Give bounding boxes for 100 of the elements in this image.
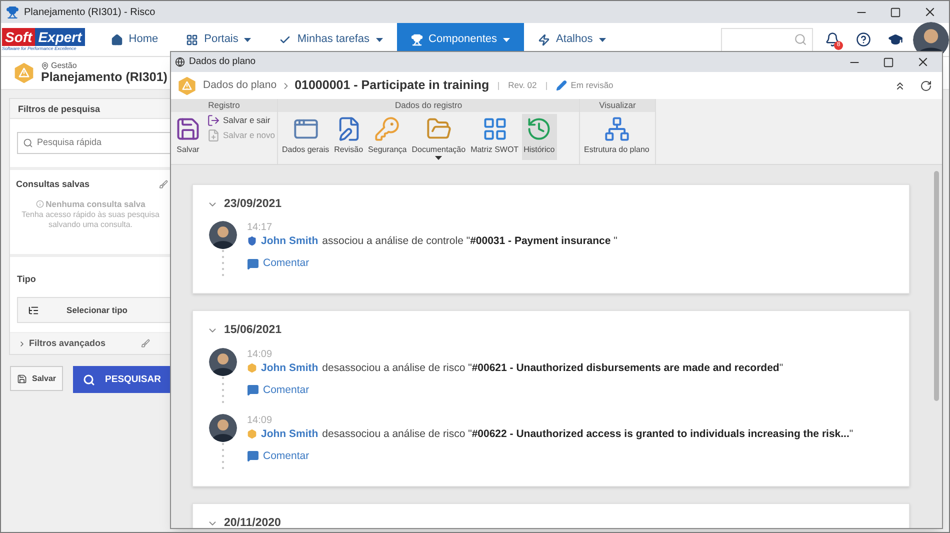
new-file-icon (207, 129, 220, 142)
avatar (209, 348, 237, 376)
grid-icon (482, 116, 508, 142)
comment-icon (247, 450, 259, 462)
grid-icon (186, 34, 198, 46)
quick-search-field[interactable]: Pesquisa rápida (17, 132, 170, 154)
ribbon-button[interactable]: Matriz SWOT (468, 114, 521, 160)
caret-icon (598, 38, 606, 42)
warning-icon (177, 76, 197, 96)
refresh-icon[interactable] (920, 80, 932, 92)
brush-icon[interactable] (141, 339, 150, 348)
ribbon-button[interactable]: Segurança (366, 114, 409, 160)
pencil-icon (556, 80, 567, 91)
section-title: Tipo (17, 274, 36, 284)
date-header[interactable]: 15/06/2021 (207, 322, 282, 340)
search-icon (794, 33, 807, 46)
empty-title: Nenhuma consulta salva (36, 198, 146, 210)
user-link[interactable]: John Smith (261, 426, 318, 440)
brush-icon[interactable] (159, 180, 168, 190)
save-icon (175, 116, 201, 142)
page-title: Planejamento (RI301) (41, 70, 168, 85)
section-title: Consultas salvas (16, 178, 90, 191)
collapse-icon[interactable] (894, 80, 906, 92)
comment-link[interactable]: Comentar (247, 448, 854, 464)
nav-tab[interactable]: Portais (172, 22, 266, 56)
search-icon (23, 138, 33, 148)
info-icon (36, 200, 44, 208)
date-header[interactable]: 23/09/2021 (207, 196, 282, 214)
ribbon-button[interactable]: Salvar (173, 114, 203, 160)
ribbon-group-title: Visualizar (580, 99, 655, 112)
hierarchy-icon (604, 116, 630, 142)
bolt-icon (538, 34, 550, 46)
warning-icon (13, 62, 35, 84)
pin-icon (41, 62, 49, 70)
ribbon-button[interactable]: Estrutura do plano (582, 114, 652, 160)
caret-icon (376, 38, 383, 42)
select-type-button[interactable]: Selecionar tipo (17, 297, 170, 324)
scrollbar[interactable] (934, 171, 939, 401)
home-icon (110, 34, 123, 46)
nav-tab[interactable]: Atalhos (524, 22, 620, 56)
hexagon-icon (247, 362, 257, 372)
trophy-icon (6, 6, 19, 18)
maximize-icon[interactable] (890, 6, 901, 18)
ribbon-button[interactable]: Histórico (522, 114, 557, 160)
advanced-filters[interactable]: Filtros avançados (10, 332, 170, 354)
save-button[interactable]: Salvar (10, 366, 64, 392)
breadcrumb: Gestão (41, 61, 168, 70)
entry-text: associou a análise de controle "#00031 - Payment insurance " (322, 234, 618, 248)
ribbon-button[interactable]: Revisão (332, 114, 366, 160)
entry-text: desassociou a análise de risco "#00621 - Unauthorized disbursements are made and recorded" (322, 360, 784, 374)
window-title: Planejamento (RI301) - Risco (24, 6, 156, 20)
user-link[interactable]: John Smith (261, 360, 318, 374)
revision-label: Rev. 02 (508, 79, 537, 92)
ribbon-group-title: Dados do registro (278, 99, 579, 112)
avatar (209, 221, 237, 250)
search-icon (83, 374, 96, 386)
hexagon-icon (247, 428, 257, 438)
check-icon (279, 34, 292, 46)
exit-icon (207, 114, 220, 127)
caret-icon (435, 156, 442, 160)
entry-time: 14:09 (247, 348, 274, 360)
comment-link[interactable]: Comentar (247, 382, 784, 398)
comment-icon (247, 258, 259, 270)
date-header[interactable]: 20/11/2020 (207, 514, 281, 528)
close-icon[interactable] (916, 55, 930, 69)
search-button[interactable]: PESQUISAR (73, 366, 170, 394)
history-icon (526, 116, 552, 142)
status-label: Em revisão (570, 79, 614, 92)
trophy-icon (410, 34, 423, 46)
empty-text: salvando uma consulta. (48, 220, 133, 230)
help-icon[interactable] (856, 32, 871, 47)
breadcrumb-link[interactable]: Dados do plano (203, 78, 277, 94)
comment-link[interactable]: Comentar (247, 256, 618, 272)
nav-tab[interactable]: Minhas tarefas (265, 22, 397, 56)
save-icon (17, 374, 27, 384)
empty-text: Tenha acesso rápido às suas pesquisa (22, 210, 160, 220)
bell-icon[interactable] (825, 32, 840, 47)
record-title: 01000001 - Participate in training (294, 77, 490, 94)
ribbon-button[interactable]: Documentação (410, 114, 468, 160)
entry-time: 14:09 (247, 414, 274, 426)
maximize-icon[interactable] (883, 56, 894, 68)
close-icon[interactable] (923, 5, 937, 19)
caret-icon (503, 38, 510, 42)
user-link[interactable]: John Smith (261, 234, 318, 248)
panel-title: Filtros de pesquisa (10, 99, 170, 119)
graduation-cap-icon[interactable] (888, 32, 903, 47)
ribbon-button[interactable]: Dados gerais (280, 114, 332, 160)
ribbon-group-title: Registro (171, 99, 277, 112)
expand-icon (18, 340, 26, 348)
timeline-connector (222, 376, 224, 406)
comment-icon (247, 384, 259, 396)
entry-text: desassociou a análise de risco "#00622 - Unauthorized access is granted to individuals increasing the risk..." (322, 426, 854, 440)
ribbon-button[interactable]: Salvar e sair (207, 114, 275, 127)
dialog-title: Dados do plano (189, 54, 256, 69)
logo-right: Expert (35, 28, 85, 46)
entry-time: 14:17 (247, 222, 274, 234)
globe-icon (175, 57, 185, 67)
avatar (209, 414, 237, 442)
caret-icon (244, 38, 252, 42)
shield-icon (247, 236, 257, 246)
